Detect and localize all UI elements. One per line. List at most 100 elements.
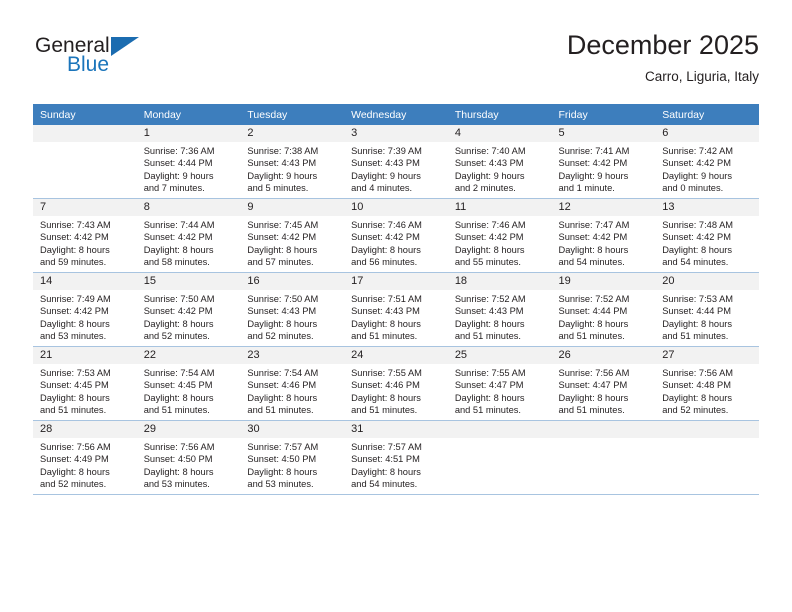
day-detail-line: and 58 minutes. [143,257,210,268]
day-detail-line: Daylight: 8 hours [143,392,214,403]
day-detail-line: and 51 minutes. [351,331,418,342]
calendar-day-cell[interactable]: 12 Sunrise: 7:47 AM Sunset: 4:42 PM Dayligh… [551,198,656,273]
calendar-day-cell[interactable]: 18 Sunrise: 7:52 AM Sunset: 4:43 PM Dayligh… [447,272,552,347]
day-detail-line: Sunset: 4:44 PM [662,306,731,317]
day-detail-line: and 7 minutes. [143,183,205,194]
day-number: 20 [655,273,759,290]
day-detail-line: Sunset: 4:44 PM [143,158,213,169]
weekday-header-row: Sunday Monday Tuesday Wednesday Thursday… [33,104,759,125]
day-details: Sunrise: 7:54 AM Sunset: 4:45 PM Daylight:… [137,364,241,417]
day-detail-line: and 53 minutes. [143,479,210,490]
calendar-day-cell[interactable]: 31 Sunrise: 7:57 AM Sunset: 4:51 PM Dayligh… [344,420,448,495]
calendar-day-cell[interactable]: 24 Sunrise: 7:55 AM Sunset: 4:46 PM Dayligh… [344,346,448,421]
calendar-day-cell[interactable]: 7 Sunrise: 7:43 AM Sunset: 4:42 PM Daylight… [33,198,137,273]
day-number [655,421,759,438]
day-details: Sunrise: 7:53 AM Sunset: 4:44 PM Daylight:… [655,290,759,343]
day-details: Sunrise: 7:41 AM Sunset: 4:42 PM Daylight:… [552,142,656,195]
day-detail-line: Daylight: 9 hours [662,170,732,181]
day-detail-line: Daylight: 8 hours [247,244,318,255]
day-number: 17 [344,273,448,290]
calendar-day-cell[interactable]: 13 Sunrise: 7:48 AM Sunset: 4:42 PM Dayligh… [655,198,759,273]
brand-logo[interactable]: General Blue [33,34,233,90]
calendar-day-cell[interactable]: 25 Sunrise: 7:55 AM Sunset: 4:47 PM Dayligh… [447,346,552,421]
day-number: 6 [655,125,759,142]
day-details: Sunrise: 7:52 AM Sunset: 4:44 PM Daylight:… [552,290,656,343]
day-number: 25 [447,347,552,364]
day-details: Sunrise: 7:50 AM Sunset: 4:42 PM Daylight:… [137,290,241,343]
day-detail-line: and 2 minutes. [454,183,516,194]
calendar-day-cell[interactable]: 19 Sunrise: 7:52 AM Sunset: 4:44 PM Dayligh… [551,272,656,347]
day-detail-line: Sunset: 4:42 PM [351,232,420,243]
calendar-day-cell[interactable]: 6 Sunrise: 7:42 AM Sunset: 4:42 PM Daylight… [655,125,759,199]
day-detail-line: Sunrise: 7:44 AM [143,220,215,230]
calendar-day-cell[interactable]: 11 Sunrise: 7:46 AM Sunset: 4:42 PM Dayligh… [447,198,552,273]
calendar-day-cell[interactable]: 26 Sunrise: 7:56 AM Sunset: 4:47 PM Dayligh… [551,346,656,421]
calendar-cell-empty [447,420,552,495]
day-number: 4 [447,125,552,142]
day-details: Sunrise: 7:57 AM Sunset: 4:51 PM Daylight:… [344,438,448,491]
calendar-day-cell[interactable]: 27 Sunrise: 7:56 AM Sunset: 4:48 PM Dayligh… [655,346,759,421]
calendar-day-cell[interactable]: 21 Sunrise: 7:53 AM Sunset: 4:45 PM Dayligh… [33,346,137,421]
day-detail-line: Daylight: 9 hours [143,170,214,181]
weekday-header-tuesday: Tuesday [240,104,345,125]
day-number: 9 [240,199,345,216]
page-title: December 2025 [566,30,759,60]
calendar-cell-empty [655,420,759,495]
day-detail-line: Sunset: 4:45 PM [143,380,213,391]
day-detail-line: Sunrise: 7:46 AM [454,220,526,230]
day-detail-line: Daylight: 9 hours [351,170,421,181]
calendar-week-row: 28 Sunrise: 7:56 AM Sunset: 4:49 PM Dayligh… [33,420,759,495]
day-detail-line: Sunrise: 7:52 AM [558,294,630,304]
day-detail-line: and 1 minute. [558,183,615,194]
day-detail-line: Daylight: 8 hours [40,392,110,403]
calendar-day-cell[interactable]: 1 Sunrise: 7:36 AM Sunset: 4:44 PM Daylight… [136,125,241,199]
day-detail-line: and 4 minutes. [351,183,413,194]
calendar-day-cell[interactable]: 22 Sunrise: 7:54 AM Sunset: 4:45 PM Dayligh… [136,346,241,421]
day-detail-line: Sunset: 4:46 PM [247,380,317,391]
day-detail-line: Sunrise: 7:49 AM [40,294,111,304]
day-number: 2 [240,125,345,142]
calendar-day-cell[interactable]: 2 Sunrise: 7:38 AM Sunset: 4:43 PM Daylight… [240,125,345,199]
day-detail-line: Sunrise: 7:54 AM [247,368,319,378]
calendar-day-cell[interactable]: 10 Sunrise: 7:46 AM Sunset: 4:42 PM Dayligh… [344,198,448,273]
calendar-day-cell[interactable]: 29 Sunrise: 7:56 AM Sunset: 4:50 PM Dayligh… [136,420,241,495]
day-detail-line: and 54 minutes. [662,257,729,268]
day-detail-line: Sunset: 4:43 PM [351,158,420,169]
day-detail-line: and 51 minutes. [143,405,210,416]
day-detail-line: Daylight: 9 hours [247,170,318,181]
day-details: Sunrise: 7:57 AM Sunset: 4:50 PM Daylight:… [240,438,344,491]
day-detail-line: Sunrise: 7:42 AM [662,146,734,156]
calendar-day-cell[interactable]: 28 Sunrise: 7:56 AM Sunset: 4:49 PM Dayligh… [33,420,137,495]
day-detail-line: Daylight: 8 hours [40,244,110,255]
day-detail-line: and 0 minutes. [662,183,724,194]
day-detail-line: Sunrise: 7:36 AM [143,146,215,156]
calendar-day-cell[interactable]: 5 Sunrise: 7:41 AM Sunset: 4:42 PM Daylight… [551,125,656,199]
calendar-day-cell[interactable]: 20 Sunrise: 7:53 AM Sunset: 4:44 PM Dayligh… [655,272,759,347]
calendar-day-cell[interactable]: 3 Sunrise: 7:39 AM Sunset: 4:43 PM Daylight… [344,125,448,199]
calendar-day-cell[interactable]: 15 Sunrise: 7:50 AM Sunset: 4:42 PM Dayligh… [136,272,241,347]
calendar-day-cell[interactable]: 30 Sunrise: 7:57 AM Sunset: 4:50 PM Dayligh… [240,420,345,495]
day-detail-line: Sunset: 4:42 PM [40,306,109,317]
day-detail-line: Sunset: 4:42 PM [143,232,213,243]
day-number: 22 [136,347,241,364]
calendar-week-row: 14 Sunrise: 7:49 AM Sunset: 4:42 PM Dayligh… [33,272,759,347]
calendar-day-cell[interactable]: 8 Sunrise: 7:44 AM Sunset: 4:42 PM Daylight… [136,198,241,273]
calendar-day-cell[interactable]: 14 Sunrise: 7:49 AM Sunset: 4:42 PM Dayligh… [33,272,137,347]
day-detail-line: Sunrise: 7:56 AM [143,442,215,452]
day-detail-line: and 57 minutes. [247,257,314,268]
day-details: Sunrise: 7:56 AM Sunset: 4:50 PM Daylight:… [137,438,241,491]
calendar-day-cell[interactable]: 17 Sunrise: 7:51 AM Sunset: 4:43 PM Dayligh… [344,272,448,347]
day-number: 15 [136,273,241,290]
day-detail-line: Sunset: 4:42 PM [143,306,213,317]
calendar-page: General Blue December 2025 Carro, Liguri… [0,0,792,612]
day-detail-line: and 55 minutes. [454,257,521,268]
day-detail-line: and 5 minutes. [247,183,309,194]
calendar-day-cell[interactable]: 23 Sunrise: 7:54 AM Sunset: 4:46 PM Dayligh… [240,346,345,421]
day-detail-line: and 54 minutes. [351,479,418,490]
calendar-day-cell[interactable]: 4 Sunrise: 7:40 AM Sunset: 4:43 PM Daylight… [447,125,552,199]
calendar-day-cell[interactable]: 9 Sunrise: 7:45 AM Sunset: 4:42 PM Daylight… [240,198,345,273]
calendar-day-cell[interactable]: 16 Sunrise: 7:50 AM Sunset: 4:43 PM Dayligh… [240,272,345,347]
day-details: Sunrise: 7:51 AM Sunset: 4:43 PM Daylight:… [344,290,448,343]
day-detail-line: Daylight: 8 hours [40,466,110,477]
day-detail-line: Sunrise: 7:56 AM [40,442,111,452]
